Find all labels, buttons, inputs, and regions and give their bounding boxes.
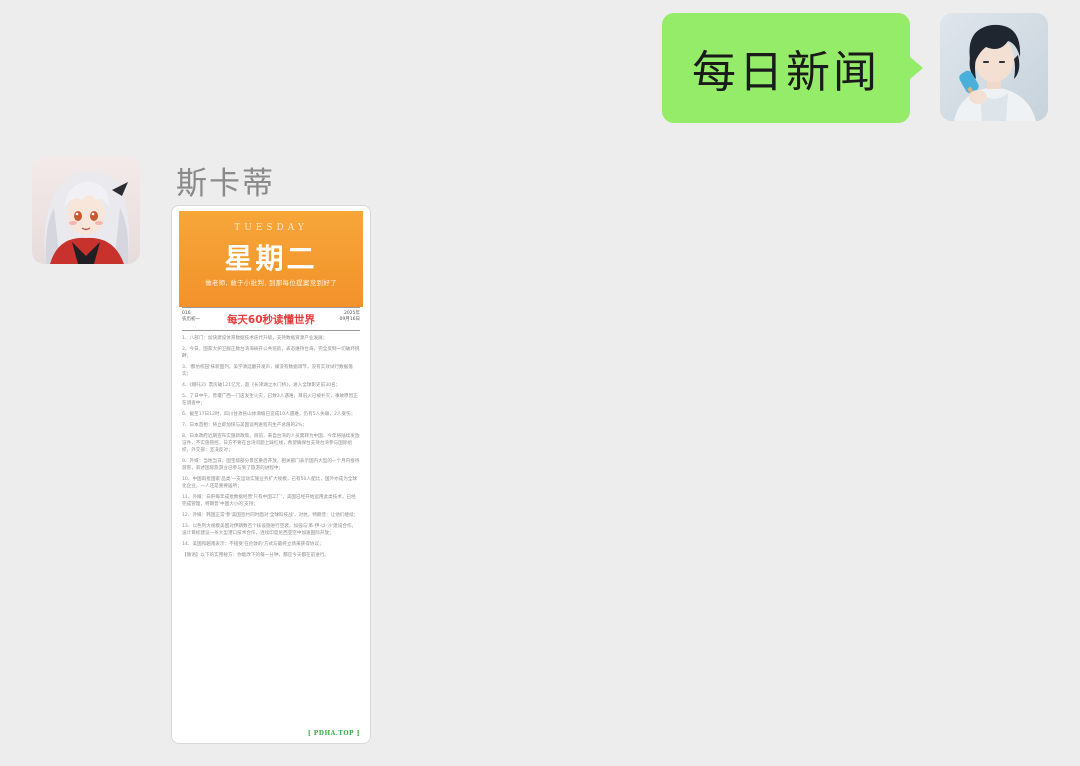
news-item: 5、了日中午，曾遭广西一门店发生火灾，已致3人遇难，目前火已被扑灭，事故原因正在… [182,394,358,406]
news-list: 1、八部门：加快建设体育数据技术迭代升级，支持数据资源产业发展； 2、今日，国家… [182,335,360,563]
source-watermark: [ PDHA.TOP ] [307,730,360,737]
news-item: 6、截至17日12时，四川甘孜县山体滑坡已造成10人遇难，仍有5人失联，2人受伤… [182,412,356,417]
news-item: 14、美国和越南表示：不接受'在伦敦的'方式与最终立场来获得协议； [182,542,324,547]
masthead-date: 09月16日 [339,317,360,322]
anime-girl-avatar-icon [32,156,140,264]
chat-window: 每日新闻 斯卡蒂 TUESDAY 星期二 做老师, 敢于小批判, 到那每位提案竞… [0,0,1080,766]
news-item: 3、'都仿校园'抹新国列，美学清廷翻开发声，媒没有数据调节，没有实效试行数据落实… [182,365,353,377]
masthead-right: 2025年 09月16日 [340,311,360,323]
news-item: 【微语】以下的实用秘方：你能改下的每一分钟，都应今天都在前进行。 [182,553,330,558]
news-item: 10、中国再批国家'品类'一支运动实施业务扩大规模，已有50人配比，国外亦成为全… [182,477,358,489]
news-item: 13、以色列大规模美国对伊朗数百个核设施进行空袭，加强与'革-伊-以-沙'建设合… [182,524,357,536]
news-item: 9、外媒：当地当日，国宝级部分景区重启开放，相关部门表示国内大型的一个月内接待游… [182,459,360,471]
poster-weekday-en: TUESDAY [234,223,308,233]
sender-avatar[interactable] [32,156,140,264]
news-item: 4、《哪吒2》票房破121亿元，超《长津湖之水门桥》，进入全球影史前30名； [182,383,341,388]
self-avatar[interactable] [940,13,1048,121]
news-item: 7、日本首相：将立即加快与美国谈判进程内生产总值的2%； [182,423,308,428]
poster-subtitle: 做老师, 敢于小批判, 到那每位提案竞到好了 [205,279,337,287]
news-item: 1、八部门：加快建设体育数据技术迭代升级，支持数据资源产业发展； [182,336,328,341]
poster-weekday-title: 星期二 [224,242,318,275]
boy-avatar-icon [940,13,1048,121]
news-item: 2、今日，国家大护卫舰正数台湾海峡开公共巡航，表态维持台海，完全反制一切破坏挑衅… [182,347,360,359]
news-item: 11、外媒：白肝每年成批数据经营'只有中国工厂'，美国已经开始运用此类技术，已经… [182,495,356,507]
sender-name: 斯卡蒂 [176,166,275,202]
news-image-message[interactable]: TUESDAY 星期二 做老师, 敢于小批判, 到那每位提案竞到好了 016 农… [171,205,371,744]
newspaper-masthead: 016 农历初一 每天60秒读懂世界 2025年 09月16日 [182,307,360,331]
news-item: 12、外媒：韩国正常'参'美国签约同时面对'全球科技战'，对抗，特朗普：让他们继… [182,513,359,518]
news-poster-header: TUESDAY 星期二 做老师, 敢于小批判, 到那每位提案竞到好了 [179,211,363,307]
news-item: 8、日本政府近期宣布实施新政策，目前，来自台湾的人员需转为中国、今年将陆续发放证… [182,434,360,453]
outgoing-message-bubble[interactable]: 每日新闻 [662,13,923,123]
newspaper-title: 每天60秒读懂世界 [226,314,316,326]
outgoing-message-text: 每日新闻 [692,47,880,98]
